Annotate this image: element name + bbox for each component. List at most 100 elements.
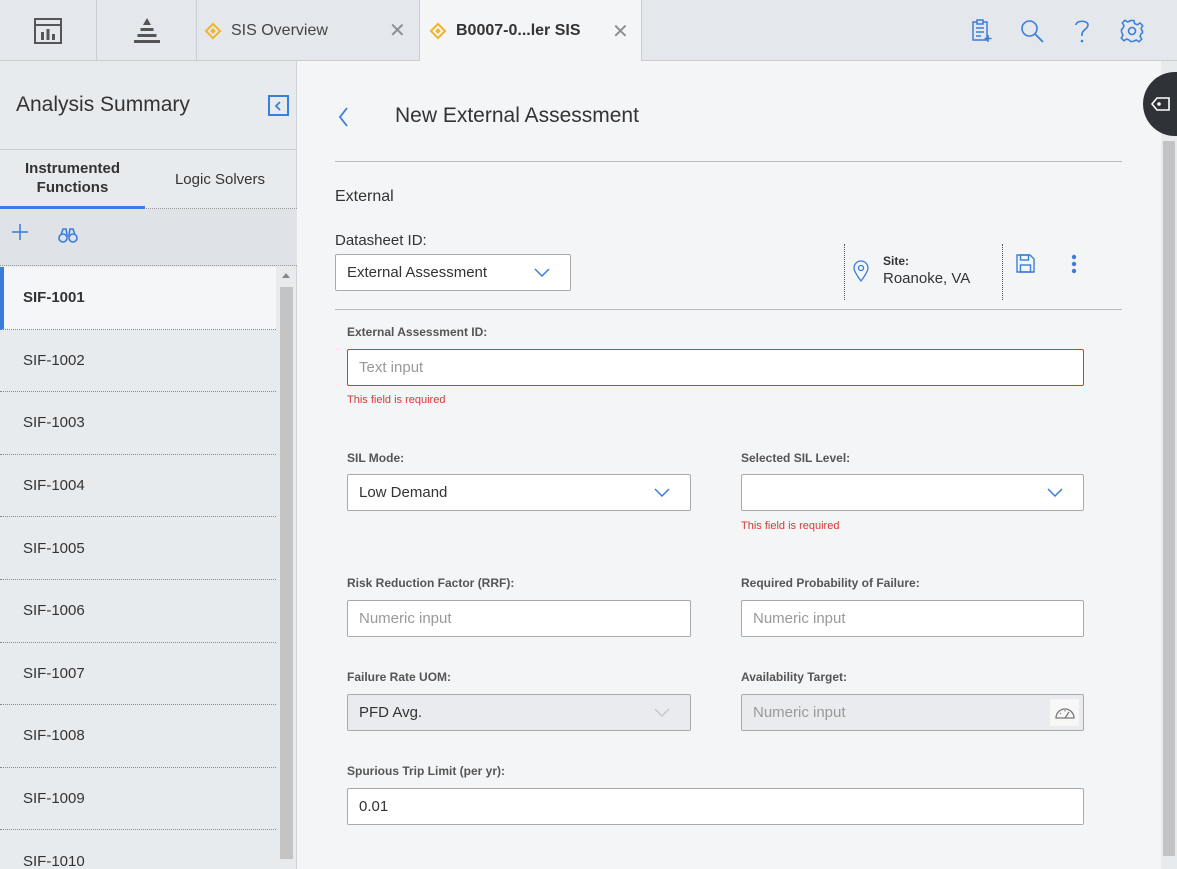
spurious-label: Spurious Trip Limit (per yr): [347, 764, 506, 778]
main-content: New External Assessment External Datashe… [297, 61, 1177, 869]
tab-instrumented-functions[interactable]: Instrumented Functions [0, 150, 145, 209]
placeholder-text: Numeric input [359, 610, 452, 627]
diamond-icon [429, 22, 447, 40]
help-button[interactable] [1057, 11, 1107, 51]
list-item[interactable]: SIF-1006 [0, 579, 276, 643]
availability-field: Numeric input [741, 694, 1084, 731]
pyramid-icon [133, 17, 160, 43]
external-id-field[interactable]: Text input [347, 349, 1084, 386]
sil-mode-label: SIL Mode: [347, 451, 405, 465]
selected-sil-select[interactable] [741, 474, 1084, 511]
settings-button[interactable] [1107, 11, 1157, 51]
chevron-down-icon [1047, 488, 1063, 497]
list-item-label: SIF-1002 [23, 351, 85, 369]
req-pof-label: Required Probability of Failure: [741, 576, 920, 590]
list-item[interactable]: SIF-1003 [0, 392, 276, 455]
error-message: This field is required [347, 394, 446, 406]
site-value: Roanoke, VA [883, 270, 971, 287]
search-icon [1021, 19, 1044, 43]
calculator-button[interactable] [1050, 699, 1079, 726]
diamond-icon [204, 22, 222, 39]
availability-label: Availability Target: [741, 670, 848, 684]
tab-label: B0007-0...ler SIS [456, 22, 581, 39]
list-item[interactable]: SIF-1009 [0, 767, 276, 831]
panel-toolbar [0, 209, 297, 266]
error-message: This field is required [741, 520, 840, 532]
dashboard-button[interactable] [0, 0, 97, 61]
sif-list: SIF-1001 SIF-1002 SIF-1003 SIF-1004 SIF-… [0, 267, 276, 869]
list-item[interactable]: SIF-1001 [0, 267, 276, 330]
site-label: Site: [883, 254, 910, 268]
rrf-label: Risk Reduction Factor (RRF): [347, 576, 515, 590]
close-icon[interactable]: ✕ [612, 19, 629, 44]
list-item[interactable]: SIF-1005 [0, 517, 276, 580]
find-button[interactable] [58, 227, 78, 248]
checklist-button[interactable] [957, 11, 1007, 51]
list-item[interactable]: SIF-1004 [0, 454, 276, 518]
select-value: PFD Avg. [359, 704, 423, 721]
analysis-summary-panel: Analysis Summary Instrumented Functions … [0, 61, 297, 869]
dashboard-icon [34, 17, 62, 44]
scrollbar-thumb[interactable] [1163, 141, 1175, 856]
placeholder-text: Text input [359, 359, 424, 376]
close-icon[interactable]: ✕ [389, 18, 406, 43]
save-button[interactable] [1016, 254, 1035, 278]
spurious-field[interactable]: 0.01 [347, 788, 1084, 825]
panel-title: Analysis Summary [16, 93, 190, 116]
req-pof-field[interactable]: Numeric input [741, 600, 1084, 637]
datasheet-label: Datasheet ID: [335, 232, 427, 249]
page-title: New External Assessment [395, 104, 639, 127]
chevron-left-icon [338, 107, 348, 127]
select-value: Low Demand [359, 484, 448, 501]
failure-uom-label: Failure Rate UOM: [347, 670, 452, 684]
help-icon [1075, 19, 1089, 42]
list-item[interactable]: SIF-1002 [0, 329, 276, 393]
list-item[interactable]: SIF-1008 [0, 705, 276, 768]
tab-logic-solvers[interactable]: Logic Solvers [145, 150, 295, 209]
more-options-button[interactable] [1071, 254, 1077, 279]
chevron-left-icon [274, 100, 281, 111]
list-item-label: SIF-1010 [23, 852, 85, 869]
rrf-field[interactable]: Numeric input [347, 600, 691, 637]
more-vertical-icon [1071, 254, 1077, 274]
add-button[interactable] [11, 223, 29, 246]
placeholder-text: Numeric input [753, 704, 846, 721]
input-value: 0.01 [359, 798, 389, 815]
list-item-label: SIF-1006 [23, 602, 85, 620]
search-button[interactable] [1007, 11, 1057, 51]
list-item-label: SIF-1007 [23, 664, 85, 682]
hierarchy-button[interactable] [97, 0, 197, 61]
list-item-label: SIF-1004 [23, 477, 85, 495]
location-pin-icon [853, 260, 869, 283]
gauge-icon [1054, 707, 1075, 719]
datasheet-select[interactable]: External Assessment [335, 254, 571, 291]
divider [844, 244, 845, 300]
list-item[interactable]: SIF-1010 [0, 830, 276, 869]
failure-uom-select: PFD Avg. [347, 694, 691, 731]
sil-mode-select[interactable]: Low Demand [347, 474, 691, 511]
top-toolbar [957, 0, 1157, 61]
selected-sil-label: Selected SIL Level: [741, 451, 851, 465]
list-item[interactable]: SIF-1007 [0, 642, 276, 706]
chevron-down-icon [534, 268, 550, 277]
main-scrollbar[interactable] [1161, 61, 1177, 869]
scroll-up-icon[interactable] [282, 273, 290, 278]
divider [335, 309, 1122, 310]
sidebar-scrollbar[interactable] [278, 267, 295, 869]
tab-b0007[interactable]: B0007-0...ler SIS ✕ [419, 0, 642, 62]
placeholder-text: Numeric input [753, 610, 846, 627]
external-id-label: External Assessment ID: [347, 325, 488, 339]
plus-icon [12, 224, 28, 240]
scrollbar-thumb[interactable] [280, 287, 293, 859]
top-bar: SIS Overview ✕ B0007-0...ler SIS ✕ [0, 0, 1177, 62]
collapse-panel-button[interactable] [268, 95, 289, 116]
panel-tabs: Instrumented Functions Logic Solvers [0, 149, 297, 209]
back-button[interactable] [337, 105, 349, 132]
section-heading: External [335, 188, 394, 205]
tab-sis-overview[interactable]: SIS Overview ✕ [204, 0, 419, 61]
tab-label: Logic Solvers [174, 171, 266, 188]
tab-label: SIS Overview [231, 21, 328, 39]
checklist-icon [972, 18, 992, 42]
list-item-label: SIF-1005 [23, 539, 85, 557]
list-item-label: SIF-1001 [23, 289, 85, 307]
